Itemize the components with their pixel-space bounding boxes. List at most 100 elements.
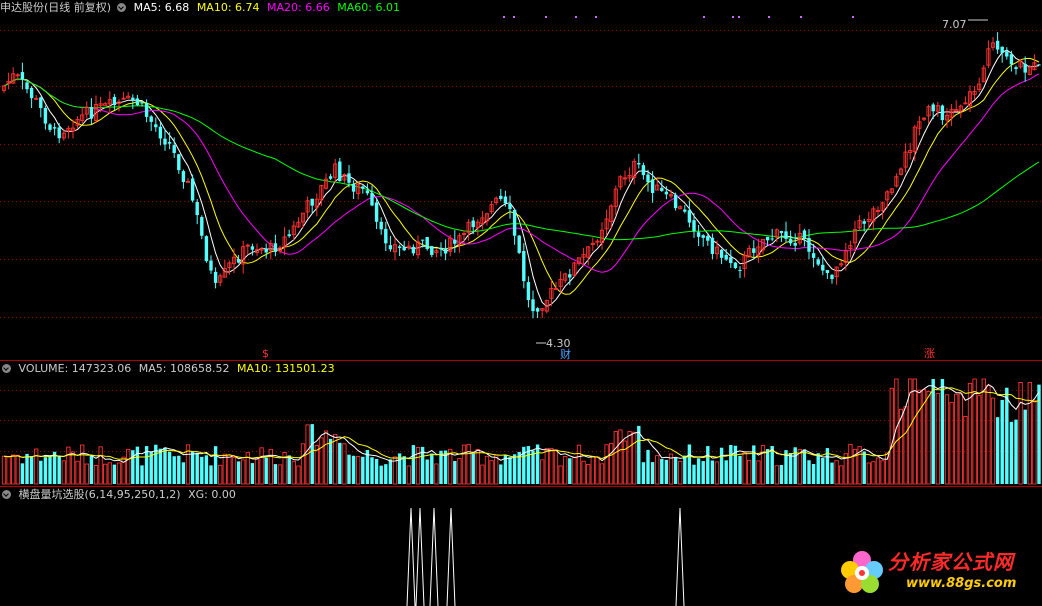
candle-body (1000, 46, 1004, 53)
volume-bar (471, 453, 475, 484)
candle-body (200, 217, 204, 236)
candle-body (1037, 64, 1041, 66)
stock-chart[interactable]: 7.07 4.30 $ 财 涨 (0, 0, 1042, 606)
volume-bar (6, 456, 11, 485)
volume-bar (190, 451, 195, 484)
volume-bar (599, 463, 605, 485)
volume-bar (98, 446, 103, 485)
candle-body (719, 249, 724, 258)
event-dot (703, 16, 705, 18)
indicator-signals (406, 507, 685, 606)
volume-value: VOLUME: 147323.06 (18, 362, 132, 375)
volume-bar (406, 465, 411, 485)
event-dot (800, 16, 802, 18)
candle-body (733, 262, 738, 269)
volume-bar (696, 458, 701, 484)
volume-bar (889, 387, 894, 485)
volume-bar (204, 455, 209, 484)
candle-body (338, 161, 342, 182)
volume-bar (70, 451, 76, 485)
volume-bar (572, 456, 577, 485)
volume-bar (747, 459, 752, 485)
volume-bar (912, 378, 917, 485)
volume-bar (949, 401, 954, 485)
candle-body (664, 191, 669, 195)
volume-bar (944, 394, 950, 485)
settings-icon[interactable] (117, 2, 127, 12)
volume-bar (29, 456, 34, 484)
volume-ma10-line (3, 387, 1040, 460)
candle-body (439, 247, 443, 250)
volume-bar (163, 447, 167, 484)
event-dot (768, 16, 770, 18)
candle-body (825, 270, 830, 274)
volume-bar (660, 459, 664, 484)
volume-bar (531, 450, 535, 484)
candle-body (752, 248, 756, 253)
volume-bar (871, 461, 876, 485)
flower-logo-icon (841, 551, 883, 593)
volume-ma10-value: MA10: 131501.23 (236, 362, 335, 375)
volume-bar (535, 444, 540, 484)
volume-bar (568, 458, 572, 484)
volume-bar (480, 464, 485, 485)
volume-bar (39, 460, 43, 484)
candle-body (370, 193, 374, 206)
ma20-value: MA20: 6.66 (267, 1, 330, 14)
volume-bar (195, 452, 199, 484)
volume-bar (112, 464, 117, 484)
volume-bar (209, 465, 213, 484)
volume-bar (461, 444, 467, 485)
candle-body (181, 171, 186, 183)
candle-body (351, 183, 356, 192)
candle-body (701, 235, 705, 238)
candle-body (788, 239, 793, 244)
volume-bar (66, 446, 71, 485)
candle-body (250, 246, 255, 250)
volume-bar (475, 449, 480, 485)
event-dot (545, 16, 547, 18)
volume-bar (687, 444, 692, 484)
volume-bar (752, 445, 756, 484)
candle-body (1009, 54, 1014, 65)
volume-bar (765, 449, 770, 484)
volume-bar (250, 463, 255, 484)
volume-bar (273, 464, 278, 484)
candle-body (673, 194, 678, 209)
watermark-text: 分析家公式网 (888, 550, 1014, 574)
volume-bar (935, 392, 940, 485)
volume-bar (453, 460, 457, 484)
settings-icon[interactable] (2, 489, 11, 499)
volume-bar (310, 424, 314, 484)
event-dot (513, 16, 515, 18)
candle-body (770, 238, 774, 240)
volume-bar (885, 452, 890, 485)
volume-bar (20, 463, 25, 484)
volume-bar (338, 442, 342, 484)
candle-body (641, 165, 646, 176)
volume-bar (609, 443, 614, 485)
volume-bar (57, 456, 61, 484)
watermark-url: www.88gs.com (906, 576, 1017, 591)
settings-icon[interactable] (2, 363, 11, 373)
site-watermark: 分析家公式网 www.88gs.com (836, 546, 1036, 602)
marker-zhang: 涨 (924, 347, 935, 360)
volume-bars[interactable] (1, 378, 1041, 485)
candle-body (517, 235, 521, 253)
volume-bar (1027, 382, 1032, 485)
volume-bar (774, 465, 779, 485)
volume-bar (167, 451, 172, 484)
ma10-line (3, 57, 1040, 295)
candlesticks[interactable] (1, 16, 1041, 319)
candle-body (453, 239, 457, 244)
candle-body (940, 105, 945, 121)
candle-body (204, 236, 209, 262)
candle-body (692, 220, 696, 232)
candle-body (779, 230, 784, 234)
volume-bar (177, 455, 181, 484)
candle-body (29, 87, 34, 99)
candle-body (706, 236, 710, 241)
candle-body (365, 190, 370, 194)
candle-body (738, 269, 742, 271)
volume-bar (655, 455, 660, 485)
